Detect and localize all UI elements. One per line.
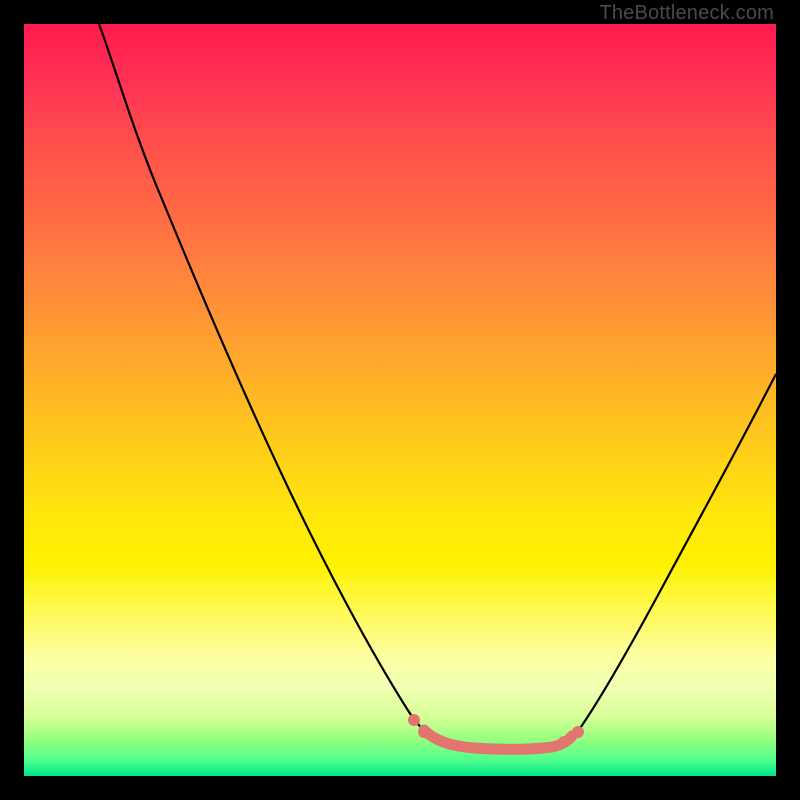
gradient-plot-area [24,24,776,776]
bottleneck-curve [99,24,776,750]
bottleneck-curve-svg [24,24,776,776]
highlight-dot [572,726,584,738]
highlight-flat [424,730,572,749]
highlight-dot [558,736,570,748]
highlight-dot [418,726,430,738]
watermark-text: TheBottleneck.com [599,2,774,25]
highlight-dot [408,714,420,726]
